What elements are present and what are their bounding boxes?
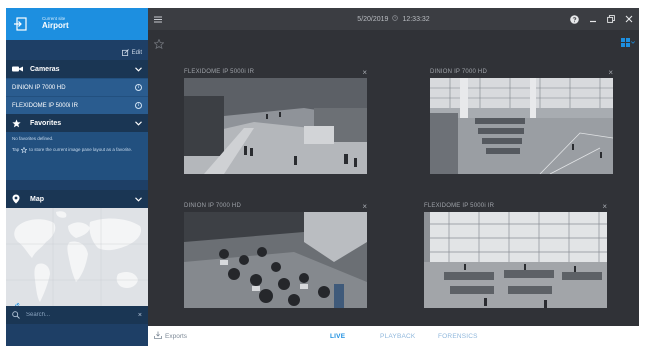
window-controls bbox=[570, 14, 633, 24]
favorites-body: No favorites defined. Tap to store the c… bbox=[6, 132, 148, 180]
tab-live[interactable]: LIVE bbox=[330, 333, 345, 340]
camera-video-feed[interactable] bbox=[184, 78, 367, 174]
current-time: 12:33:32 bbox=[402, 16, 430, 23]
chevron-down-icon bbox=[631, 41, 635, 44]
bottom-bar: Exports LIVE PLAYBACK FORENSICS bbox=[148, 326, 639, 346]
search-icon bbox=[12, 306, 20, 324]
favorites-empty-text: No favorites defined. bbox=[12, 136, 54, 141]
chevron-down-icon[interactable] bbox=[134, 65, 142, 73]
close-window-icon[interactable] bbox=[624, 15, 633, 24]
video-tile-header: DINION IP 7000 HD × bbox=[430, 66, 613, 78]
close-icon[interactable]: × bbox=[138, 312, 142, 319]
edit-icon bbox=[121, 48, 129, 58]
camera-list-item[interactable]: FLEXIDOME IP 5000i IR i bbox=[6, 96, 148, 114]
hamburger-icon[interactable] bbox=[154, 14, 164, 24]
video-tile-title: DINION IP 7000 HD bbox=[184, 203, 241, 209]
star-icon bbox=[12, 118, 24, 128]
camera-video-feed[interactable] bbox=[184, 212, 367, 308]
world-map[interactable]: here bbox=[6, 208, 148, 316]
live-view-panel: 5/20/2019 12:33:32 FLEXIDOME IP 5000i IR bbox=[148, 8, 639, 326]
video-tile-header: DINION IP 7000 HD × bbox=[184, 200, 367, 212]
exports-button[interactable]: Exports bbox=[154, 331, 187, 341]
favorites-hint: Tap to store the current image pane layo… bbox=[12, 146, 142, 156]
top-bar: 5/20/2019 12:33:32 bbox=[148, 8, 639, 30]
chevron-down-icon[interactable] bbox=[134, 195, 142, 203]
add-favorite-star-icon[interactable] bbox=[153, 36, 165, 50]
map-pin-icon bbox=[12, 194, 24, 204]
sidebar: Current site Airport Edit Cameras DINION… bbox=[6, 8, 148, 346]
close-icon[interactable]: × bbox=[608, 68, 613, 77]
video-tile: DINION IP 7000 HD × bbox=[430, 66, 613, 174]
world-map-graphic bbox=[6, 208, 148, 316]
video-tile-title: FLEXIDOME IP 5000i IR bbox=[424, 203, 495, 209]
site-text: Current site Airport bbox=[42, 16, 69, 31]
edit-row: Edit bbox=[6, 46, 148, 60]
tab-forensics[interactable]: FORENSICS bbox=[438, 333, 478, 340]
camera-video-feed[interactable] bbox=[430, 78, 613, 174]
tab-playback[interactable]: PLAYBACK bbox=[380, 333, 415, 340]
cameras-section-header[interactable]: Cameras bbox=[6, 60, 148, 78]
edit-label: Edit bbox=[131, 50, 142, 56]
door-exit-icon bbox=[12, 15, 30, 33]
chevron-down-icon[interactable] bbox=[134, 119, 142, 127]
current-date: 5/20/2019 bbox=[357, 16, 389, 23]
restore-icon[interactable] bbox=[606, 15, 615, 24]
camera-icon bbox=[12, 65, 24, 73]
video-tile: FLEXIDOME IP 5000i IR × bbox=[424, 200, 607, 308]
video-tile: DINION IP 7000 HD × bbox=[184, 200, 367, 308]
video-tile: FLEXIDOME IP 5000i IR × bbox=[184, 66, 367, 174]
search-input[interactable] bbox=[26, 312, 132, 318]
info-icon[interactable]: i bbox=[135, 102, 142, 109]
camera-name: FLEXIDOME IP 5000i IR bbox=[12, 102, 78, 109]
close-icon[interactable]: × bbox=[602, 202, 607, 211]
site-name: Airport bbox=[42, 21, 69, 31]
favorites-section-title: Favorites bbox=[30, 119, 62, 127]
exports-label: Exports bbox=[165, 332, 188, 340]
video-tile-header: FLEXIDOME IP 5000i IR × bbox=[184, 66, 367, 78]
close-icon[interactable]: × bbox=[362, 68, 367, 77]
info-icon[interactable]: i bbox=[135, 84, 142, 91]
star-outline-icon[interactable] bbox=[20, 146, 28, 156]
favorites-section-header[interactable]: Favorites bbox=[6, 114, 148, 132]
video-tile-title: DINION IP 7000 HD bbox=[430, 69, 487, 75]
minimize-icon[interactable] bbox=[588, 15, 597, 24]
map-section-title: Map bbox=[30, 195, 44, 203]
cameras-section-title: Cameras bbox=[30, 65, 60, 73]
search-bar: × bbox=[6, 306, 148, 324]
site-header[interactable]: Current site Airport bbox=[6, 8, 148, 40]
camera-name: DINION IP 7000 HD bbox=[12, 84, 66, 91]
camera-video-feed[interactable] bbox=[424, 212, 607, 308]
export-icon bbox=[154, 331, 162, 341]
date-time-display: 5/20/2019 12:33:32 bbox=[148, 15, 639, 23]
video-tile-header: FLEXIDOME IP 5000i IR × bbox=[424, 200, 607, 212]
video-tile-title: FLEXIDOME IP 5000i IR bbox=[184, 69, 255, 75]
map-section-header[interactable]: Map bbox=[6, 190, 148, 208]
grid-layout-icon[interactable] bbox=[621, 38, 635, 47]
help-icon[interactable] bbox=[570, 14, 579, 24]
favorites-hint-text: to store the current image pane layout a… bbox=[29, 146, 133, 152]
clock-icon bbox=[392, 15, 399, 23]
camera-list-item[interactable]: DINION IP 7000 HD i bbox=[6, 78, 148, 96]
edit-button[interactable]: Edit bbox=[121, 48, 142, 58]
close-icon[interactable]: × bbox=[362, 202, 367, 211]
favorites-hint-prefix: Tap bbox=[12, 146, 20, 152]
